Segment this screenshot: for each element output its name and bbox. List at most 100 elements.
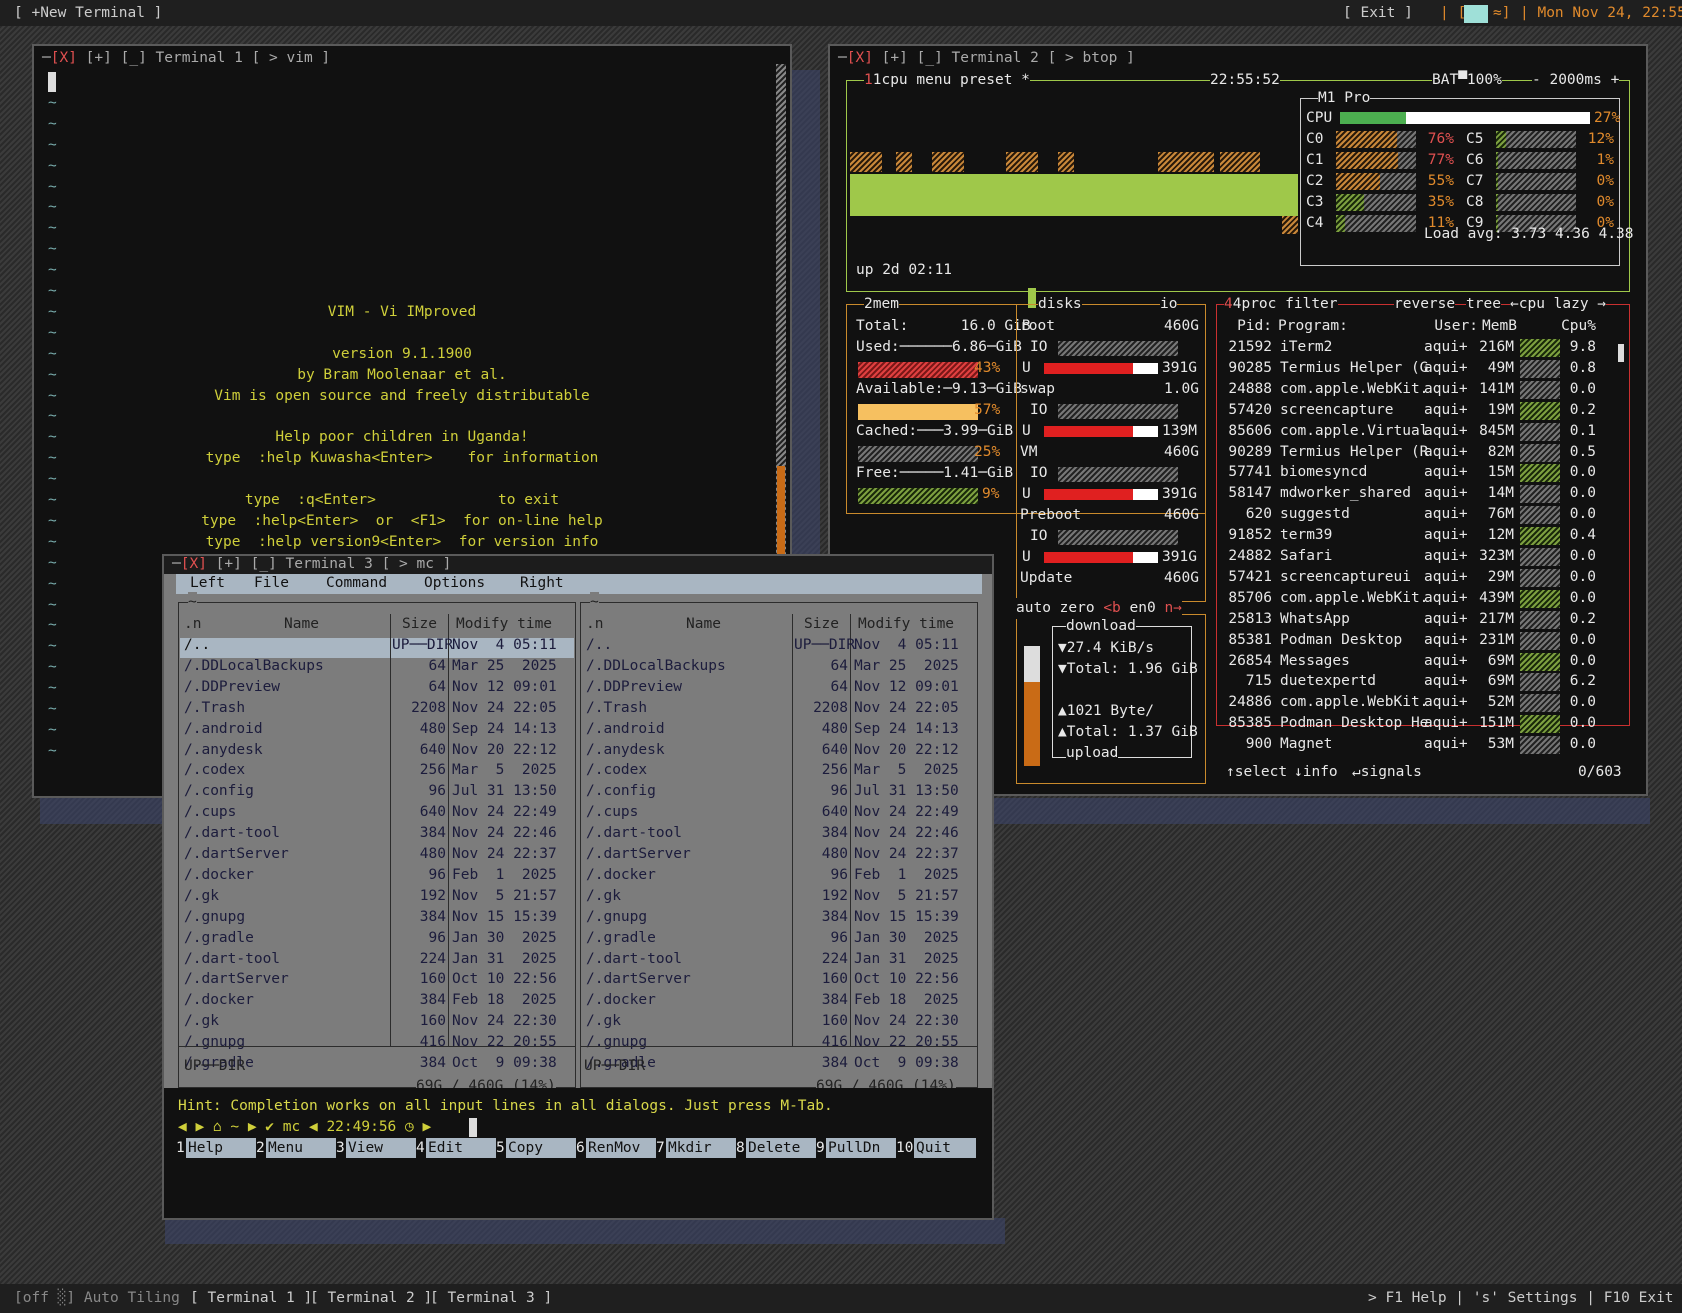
mc-menu-file[interactable]: File [254, 573, 289, 594]
mc-column-header[interactable]: Modify time [858, 614, 954, 635]
cpu-tab[interactable]: 1cpu [873, 72, 908, 88]
net-zero[interactable]: zero [1060, 600, 1095, 616]
mc-file-name[interactable]: /.android [586, 719, 665, 740]
mc-file-name[interactable]: /.codex [184, 760, 245, 781]
proc-program[interactable]: iTerm2 [1280, 337, 1332, 358]
proc-info[interactable]: ↓info [1294, 762, 1338, 783]
proc-program[interactable]: com.apple.WebKit. [1280, 379, 1428, 400]
mc-file-name[interactable]: /.dart-tool [184, 823, 280, 844]
proc-sort[interactable]: ←cpu lazy → [1510, 294, 1607, 315]
mc-file-name[interactable]: /.gnupg [586, 907, 647, 928]
proc-program[interactable]: term39 [1280, 525, 1332, 546]
fkey-quit-button[interactable]: Quit [914, 1138, 976, 1158]
disks-tab[interactable]: disks [1038, 294, 1082, 315]
close-button[interactable]: [X] [51, 50, 77, 66]
proc-tab[interactable]: 4proc [1233, 296, 1277, 312]
mc-column-header[interactable]: Modify time [456, 614, 552, 635]
minimize-button[interactable]: [_] [251, 556, 277, 572]
mc-menu-right[interactable]: Right [520, 573, 564, 594]
mc-file-name[interactable]: /.gk [184, 1011, 219, 1032]
exit-button[interactable]: [ Exit ] [1343, 3, 1413, 24]
proc-program[interactable]: com.apple.WebKit. [1280, 692, 1428, 713]
net-next[interactable]: n→ [1164, 600, 1181, 616]
fkey-delete-button[interactable]: Delete [746, 1138, 816, 1158]
proc-program[interactable]: suggestd [1280, 504, 1350, 525]
terminal-3-window[interactable]: ─[X] [+] [_] Terminal 3 [ > mc ] Left Fil… [162, 554, 994, 1220]
proc-program[interactable]: duetexpertd [1280, 671, 1376, 692]
proc-tree[interactable]: tree [1466, 294, 1501, 315]
mc-file-name[interactable]: /.anydesk [586, 740, 665, 761]
proc-program[interactable]: biomesyncd [1280, 462, 1367, 483]
mc-file-name[interactable]: /.dartServer [586, 969, 691, 990]
mc-file-name[interactable]: /.docker [586, 990, 656, 1011]
mc-menu-options[interactable]: Options [424, 573, 485, 594]
mc-file-name[interactable]: /.docker [586, 865, 656, 886]
proc-program[interactable]: com.apple.WebKit. [1280, 588, 1428, 609]
proc-reverse[interactable]: reverse [1394, 294, 1456, 315]
mc-file-name[interactable]: /.dartServer [184, 969, 289, 990]
proc-program[interactable]: Termius Helper (R [1280, 442, 1428, 463]
mc-menu-command[interactable]: Command [326, 573, 387, 594]
proc-program[interactable]: Messages [1280, 651, 1350, 672]
fkey-help-button[interactable]: Help [186, 1138, 256, 1158]
proc-filter[interactable]: filter [1285, 296, 1337, 312]
mc-file-name[interactable]: /.docker [184, 990, 254, 1011]
proc-program[interactable]: WhatsApp [1280, 609, 1350, 630]
preset-tab[interactable]: preset * [960, 72, 1030, 88]
tab-terminal-3[interactable]: [ Terminal 3 ] [430, 1288, 552, 1309]
mc-column-header[interactable]: Name [686, 614, 721, 635]
mc-file-name[interactable]: /.DDLocalBackups [586, 656, 726, 677]
refresh-rate[interactable]: - 2000ms + [1532, 70, 1620, 91]
mc-file-name[interactable]: /.config [184, 781, 254, 802]
mc-file-name[interactable]: /.cups [184, 802, 236, 823]
mc-file-name[interactable]: /.DDPreview [586, 677, 682, 698]
proc-program[interactable]: Termius Helper (G [1280, 358, 1428, 379]
close-button[interactable]: [X] [847, 50, 873, 66]
left-panel-path[interactable]: ~ [188, 592, 197, 613]
menu-tab[interactable]: menu [916, 72, 951, 88]
mc-file-name[interactable]: /.Trash [184, 698, 245, 719]
net-auto[interactable]: auto [1016, 600, 1051, 616]
new-terminal-button[interactable]: [ +New Terminal ] [14, 3, 162, 24]
mc-file-name[interactable]: /.dartServer [184, 844, 289, 865]
mc-column-header[interactable]: Size [804, 614, 839, 635]
close-button[interactable]: [X] [181, 556, 207, 572]
io-tab[interactable]: io [1160, 294, 1178, 315]
mc-file-name[interactable]: /.gnupg [184, 1032, 245, 1053]
fkey-copy-button[interactable]: Copy [506, 1138, 576, 1158]
proc-program[interactable]: com.apple.Virtual [1280, 421, 1428, 442]
maximize-button[interactable]: [+] [216, 556, 242, 572]
mc-file-name[interactable]: /.DDLocalBackups [184, 656, 324, 677]
mc-file-name[interactable]: /.config [586, 781, 656, 802]
fkey-renmov-button[interactable]: RenMov [586, 1138, 656, 1158]
mc-column-header[interactable]: .n [184, 614, 201, 635]
mc-file-name[interactable]: /.gradle [184, 928, 254, 949]
mc-file-name[interactable]: /.dart-tool [586, 949, 682, 970]
net-prev[interactable]: <b [1103, 600, 1120, 616]
mc-file-name[interactable]: /.. [184, 635, 210, 656]
mc-file-name[interactable]: /.dartServer [586, 844, 691, 865]
mc-file-name[interactable]: /.gk [586, 886, 621, 907]
mc-file-name[interactable]: /.anydesk [184, 740, 263, 761]
mc-file-name[interactable]: /.dart-tool [184, 949, 280, 970]
right-panel-path[interactable]: ~ [590, 592, 599, 613]
proc-program[interactable]: Podman Desktop He [1280, 713, 1428, 734]
proc-signals[interactable]: ↵signals [1352, 762, 1422, 783]
mem-tab[interactable]: 2mem [864, 294, 899, 315]
minimize-button[interactable]: [_] [917, 50, 943, 66]
mc-file-name[interactable]: /.android [184, 719, 263, 740]
proc-select[interactable]: ↑select [1226, 762, 1287, 783]
proc-program[interactable]: Safari [1280, 546, 1332, 567]
mc-file-name[interactable]: /.Trash [586, 698, 647, 719]
proc-program[interactable]: Magnet [1280, 734, 1332, 755]
tab-terminal-2[interactable]: [ Terminal 2 ] [310, 1288, 432, 1309]
proc-program[interactable]: screencapture [1280, 400, 1394, 421]
mc-file-name[interactable]: /.docker [184, 865, 254, 886]
tab-terminal-1[interactable]: [ Terminal 1 ] [190, 1288, 312, 1309]
fkey-menu-button[interactable]: Menu [266, 1138, 336, 1158]
maximize-button[interactable]: [+] [882, 50, 908, 66]
proc-program[interactable]: Podman Desktop [1280, 630, 1402, 651]
mc-file-name[interactable]: /.gk [586, 1011, 621, 1032]
proc-program[interactable]: screencaptureui [1280, 567, 1411, 588]
mc-file-name[interactable]: /.gradle [586, 928, 656, 949]
